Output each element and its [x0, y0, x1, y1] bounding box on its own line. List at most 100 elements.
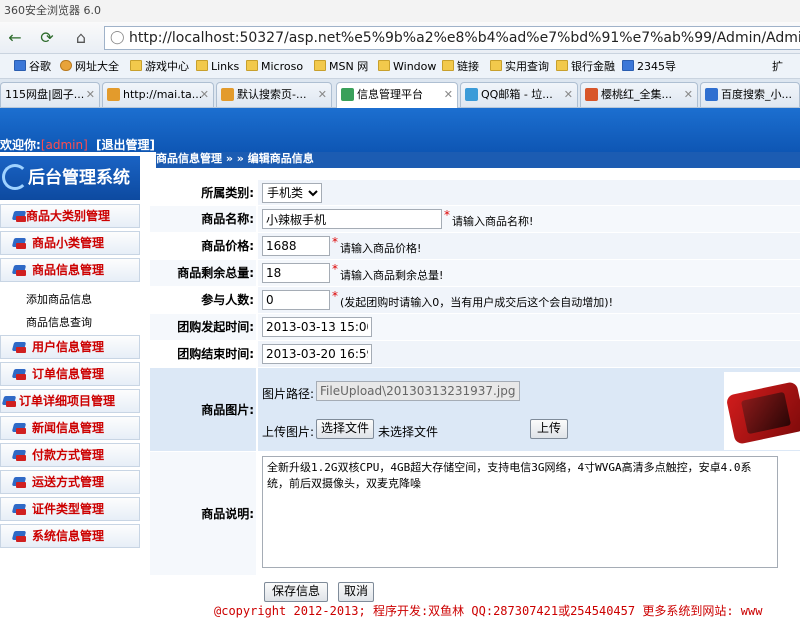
browser-tab[interactable]: 默认搜索页-... ✕: [216, 82, 332, 107]
shield-icon: ◯: [110, 30, 125, 45]
save-button[interactable]: 保存信息: [264, 582, 328, 602]
image-path-input: [316, 381, 520, 401]
menu-system[interactable]: 系统信息管理: [0, 524, 140, 548]
stock-hint: 请输入商品剩余总量!: [340, 269, 444, 282]
site-icon: [221, 88, 234, 101]
bookmark-item[interactable]: Links: [196, 59, 239, 75]
browser-tab-active[interactable]: 信息管理平台 ✕: [336, 82, 458, 108]
stock-input[interactable]: [262, 263, 330, 283]
required-mark: *: [444, 208, 450, 222]
logo-icon: [2, 164, 28, 190]
menu-icon: [13, 341, 27, 353]
menu-icon: [13, 210, 27, 222]
end-time-input[interactable]: [262, 344, 372, 364]
people-input[interactable]: [262, 290, 330, 310]
row-start-time: 团购发起时间:: [150, 314, 800, 341]
menu-news[interactable]: 新闻信息管理: [0, 416, 140, 440]
people-hint: (发起团购时请输入0，当有用户成交后这个会自动增加)!: [340, 296, 613, 309]
menu-category[interactable]: 商品大类别管理: [0, 204, 140, 228]
copyright-footer: @copyright 2012-2013; 程序开发:双鱼林 QQ:287307…: [214, 604, 763, 618]
folder-icon: [130, 60, 142, 71]
menu-subcategory[interactable]: 商品小类管理: [0, 231, 140, 255]
row-people: 参与人数: * (发起团购时请输入0，当有用户成交后这个会自动增加)!: [150, 287, 800, 314]
menu-user[interactable]: 用户信息管理: [0, 335, 140, 359]
bookmark-item[interactable]: 网址大全: [60, 59, 119, 75]
browser-tab[interactable]: 樱桃红_全集... ✕: [580, 82, 698, 107]
edit-product-form: 所属类别: 手机类 商品名称: * 请输入商品名称! 商品价格: * 请输入商品…: [150, 180, 800, 610]
product-name-input[interactable]: [262, 209, 442, 229]
description-textarea[interactable]: 全新升级1.2G双核CPU，4GB超大存储空间，支持电信3G网络，4寸WVGA高…: [262, 456, 778, 568]
bookmark-item[interactable]: MSN 网: [314, 59, 368, 75]
product-image: [724, 372, 800, 450]
menu-icon: [13, 368, 27, 380]
menu-order-detail[interactable]: 订单详细项目管理: [0, 389, 140, 413]
breadcrumb: 商品信息管理 » » 编辑商品信息: [156, 152, 800, 168]
row-name: 商品名称: * 请输入商品名称!: [150, 206, 800, 233]
price-input[interactable]: [262, 236, 330, 256]
refresh-icon[interactable]: ⟳: [36, 27, 58, 49]
close-icon[interactable]: ✕: [318, 83, 327, 106]
close-icon[interactable]: ✕: [684, 83, 693, 106]
tab-bar: 115网盘|圆子... ✕ http://mai.ta... ✕ 默认搜索页-...…: [0, 79, 800, 108]
navigation-bar: ← ⟳ ⌂ ◯ http://localhost:50327/asp.net%e…: [0, 22, 800, 54]
bookmark-item[interactable]: Window: [378, 59, 436, 75]
folder-icon: [490, 60, 502, 71]
address-bar[interactable]: ◯ http://localhost:50327/asp.net%e5%9b%a…: [104, 26, 800, 50]
menu-order[interactable]: 订单信息管理: [0, 362, 140, 386]
bookmark-item[interactable]: 链接: [442, 59, 479, 75]
submenu-query-product[interactable]: 商品信息查询: [26, 314, 92, 330]
browser-tab[interactable]: http://mai.ta... ✕: [102, 82, 214, 107]
row-end-time: 团购结束时间:: [150, 341, 800, 368]
browser-tab[interactable]: 百度搜索_小...: [700, 82, 800, 107]
qq-icon: [465, 88, 478, 101]
folder-icon: [556, 60, 568, 71]
bookmark-item[interactable]: 谷歌: [14, 59, 51, 75]
logout-link[interactable]: [退出管理]: [96, 138, 155, 152]
menu-shipping[interactable]: 运送方式管理: [0, 470, 140, 494]
close-icon[interactable]: ✕: [564, 83, 573, 106]
bookmark-item[interactable]: 实用查询: [490, 59, 549, 75]
site-icon: [107, 88, 120, 101]
row-description: 商品说明: 全新升级1.2G双核CPU，4GB超大存储空间，支持电信3G网络，4…: [150, 452, 800, 576]
bookmark-item[interactable]: 游戏中心: [130, 59, 189, 75]
bookmark-item[interactable]: Microso: [246, 59, 303, 75]
close-icon[interactable]: ✕: [86, 83, 95, 106]
bookmark-item[interactable]: 2345导: [622, 59, 676, 75]
row-price: 商品价格: * 请输入商品价格!: [150, 233, 800, 260]
menu-payment[interactable]: 付款方式管理: [0, 443, 140, 467]
start-time-input[interactable]: [262, 317, 372, 337]
bookmark-item[interactable]: 银行金融: [556, 59, 615, 75]
browser-tab[interactable]: 115网盘|圆子... ✕: [0, 82, 100, 107]
menu-icon: [13, 449, 27, 461]
menu-icon: [13, 237, 27, 249]
home-icon[interactable]: ⌂: [70, 27, 92, 49]
menu-product[interactable]: 商品信息管理: [0, 258, 140, 282]
address-text: http://localhost:50327/asp.net%e5%9b%a2%…: [129, 30, 800, 46]
welcome-text: 欢迎你:[admin] [退出管理]: [0, 138, 155, 152]
menu-certificate[interactable]: 证件类型管理: [0, 497, 140, 521]
site-icon: [622, 60, 634, 71]
browser-tab[interactable]: QQ邮箱 - 垃... ✕: [460, 82, 578, 107]
menu-icon: [13, 530, 27, 542]
row-image: 商品图片: 图片路径: 上传图片: 选择文件 未选择文件 上传: [150, 368, 800, 452]
folder-icon: [314, 60, 326, 71]
name-hint: 请输入商品名称!: [452, 215, 534, 228]
back-arrow-icon[interactable]: ←: [4, 27, 26, 49]
bookmarks-bar: 谷歌 网址大全 游戏中心 Links Microso MSN 网 Window …: [0, 54, 800, 79]
folder-icon: [196, 60, 208, 71]
close-icon[interactable]: ✕: [200, 83, 209, 106]
extensions-button[interactable]: 扩: [772, 59, 783, 75]
required-mark: *: [332, 289, 338, 303]
category-select[interactable]: 手机类: [262, 183, 322, 203]
google-icon: [14, 60, 26, 71]
baidu-icon: [705, 88, 718, 101]
cancel-button[interactable]: 取消: [338, 582, 374, 602]
menu-icon: [3, 395, 17, 407]
upload-button[interactable]: 上传: [530, 419, 568, 439]
close-icon[interactable]: ✕: [444, 83, 453, 106]
choose-file-button[interactable]: 选择文件: [316, 419, 374, 439]
file-status: 未选择文件: [378, 425, 439, 439]
menu-icon: [13, 264, 27, 276]
menu-icon: [13, 476, 27, 488]
submenu-add-product[interactable]: 添加商品信息: [26, 291, 92, 307]
